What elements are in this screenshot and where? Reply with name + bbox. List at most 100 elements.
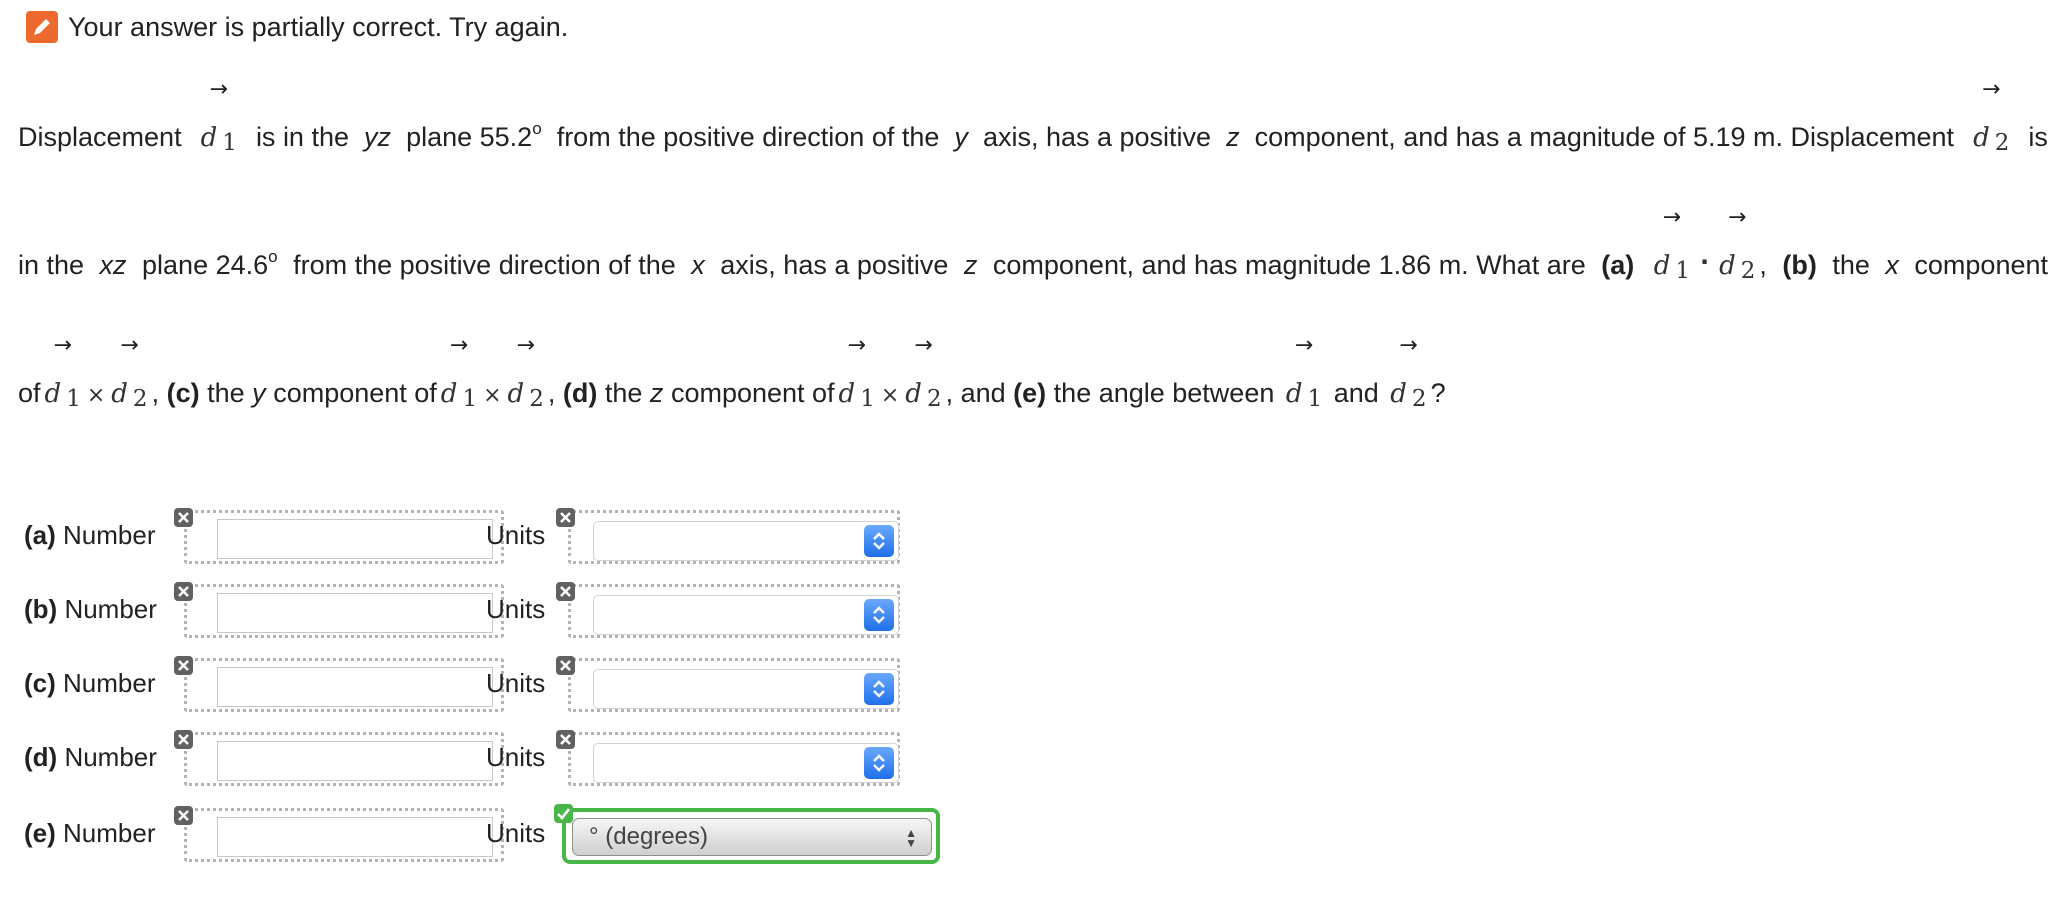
- number-field-wrapper: [184, 510, 504, 564]
- answer-label: (e) Number: [24, 818, 156, 848]
- chevron-updown-icon[interactable]: ▲ ▼: [905, 827, 917, 849]
- problem-text: component, and has a magnitude of 5.19 m…: [1254, 122, 1955, 152]
- axis-label: x: [1885, 250, 1899, 280]
- units-select-wrapper: [568, 658, 900, 712]
- x-icon: [174, 656, 193, 675]
- problem-text: component of: [273, 378, 437, 408]
- chevron-updown-icon[interactable]: [864, 525, 894, 557]
- check-icon: [554, 804, 573, 823]
- answer-label: (b) Number: [24, 594, 157, 624]
- problem-text: plane 24.6o: [142, 247, 278, 280]
- vector-d2: → d 2: [1390, 333, 1427, 412]
- axis-label: y: [252, 378, 266, 408]
- units-select-c[interactable]: [593, 669, 899, 709]
- expression-cross-product: → d 1 × → d 2,: [440, 333, 556, 412]
- part-e-label: (e): [1013, 378, 1047, 408]
- chevron-updown-icon[interactable]: [864, 599, 894, 631]
- number-field-wrapper: [184, 808, 504, 862]
- problem-text: and: [1333, 378, 1379, 408]
- problem-text: the angle between: [1053, 378, 1275, 408]
- intro-text: Displacement: [18, 122, 182, 152]
- number-input-b[interactable]: [217, 593, 493, 633]
- expression-dot-product: → d 1 · → d 2,: [1653, 205, 1767, 284]
- problem-text: the: [604, 378, 643, 408]
- units-label: Units: [486, 520, 546, 550]
- chevron-updown-icon[interactable]: [864, 673, 894, 705]
- answer-row-b: (b) Number Units: [24, 582, 944, 638]
- pencil-icon: [26, 11, 58, 43]
- units-select-wrapper: [568, 732, 900, 786]
- units-select-a[interactable]: [593, 521, 899, 561]
- units-select-b[interactable]: [593, 595, 899, 635]
- part-c-label: (c): [166, 378, 200, 408]
- problem-text: ?: [1430, 378, 1446, 408]
- answer-row-a: (a) Number Units: [24, 508, 944, 564]
- number-field-wrapper: [184, 658, 504, 712]
- chevron-updown-icon[interactable]: [864, 747, 894, 779]
- answer-row-e: (e) Number Units ° (degrees) ▲ ▼: [24, 804, 944, 864]
- part-d-label: (d): [562, 378, 598, 408]
- number-input-d[interactable]: [217, 741, 493, 781]
- axis-label: z: [1226, 122, 1240, 152]
- problem-line-1: Displacement → d 1 is in the yz plane 55.2…: [18, 77, 2048, 156]
- number-field-wrapper: [184, 732, 504, 786]
- feedback-banner: Your answer is partially correct. Try ag…: [26, 10, 568, 44]
- x-icon: [556, 582, 575, 601]
- axis-label: z: [649, 378, 664, 408]
- answer-label: (d) Number: [24, 742, 157, 772]
- problem-text: of: [18, 378, 41, 408]
- answer-row-d: (d) Number Units: [24, 730, 944, 786]
- answer-label: (a) Number: [24, 520, 156, 550]
- axis-label: y: [954, 122, 968, 152]
- number-input-a[interactable]: [217, 519, 493, 559]
- units-select-wrapper: [568, 584, 900, 638]
- problem-text: , and: [945, 378, 1006, 408]
- x-icon: [556, 656, 575, 675]
- problem-line-3: of → d 1 × → d 2, (c) the y component of → d 1 × →…: [18, 333, 1446, 412]
- vector-d2: → d 2: [1973, 77, 2010, 156]
- problem-line-2: in the xz plane 24.6o from the positive …: [18, 205, 2048, 284]
- units-select-e[interactable]: ° (degrees) ▲ ▼: [572, 818, 932, 856]
- x-icon: [556, 508, 575, 527]
- expression-cross-product: → d 1 × → d 2: [838, 333, 942, 412]
- units-select-wrapper: [568, 510, 900, 564]
- plane-label: yz: [364, 122, 392, 152]
- vector-d1: → d 1: [200, 77, 237, 156]
- problem-text: is: [2028, 122, 2048, 152]
- x-icon: [174, 806, 193, 825]
- x-icon: [174, 582, 193, 601]
- answer-label: (c) Number: [24, 668, 156, 698]
- expression-cross-product: → d 1 × → d 2,: [44, 333, 160, 412]
- x-icon: [174, 508, 193, 527]
- units-select-d[interactable]: [593, 743, 899, 783]
- units-label: Units: [486, 594, 546, 624]
- x-icon: [556, 730, 575, 749]
- number-input-e[interactable]: [217, 817, 493, 857]
- problem-text: axis, has a positive: [720, 250, 949, 280]
- problem-text: from the positive direction of the: [293, 250, 676, 280]
- part-a-label: (a): [1601, 250, 1635, 280]
- problem-text: the: [207, 378, 245, 408]
- units-select-wrapper-correct: ° (degrees) ▲ ▼: [562, 808, 940, 864]
- feedback-message: Your answer is partially correct. Try ag…: [68, 11, 569, 42]
- axis-label: z: [963, 250, 978, 280]
- number-field-wrapper: [184, 584, 504, 638]
- vector-d1: → d 1: [1285, 333, 1323, 412]
- units-label: Units: [486, 742, 546, 772]
- problem-text: the: [1832, 250, 1870, 280]
- problem-text: from the positive direction of the: [556, 122, 940, 152]
- number-input-c[interactable]: [217, 667, 493, 707]
- problem-text: axis, has a positive: [982, 122, 1212, 152]
- problem-text: is in the: [255, 122, 349, 152]
- x-icon: [174, 730, 193, 749]
- answer-row-c: (c) Number Units: [24, 656, 944, 712]
- part-b-label: (b): [1782, 250, 1817, 280]
- plane-label: xz: [99, 250, 127, 280]
- problem-text: component, and has magnitude 1.86 m. Wha…: [992, 250, 1586, 280]
- units-label: Units: [486, 668, 546, 698]
- axis-label: x: [691, 250, 705, 280]
- problem-text: component: [1914, 250, 2048, 280]
- problem-text: plane 55.2o: [406, 119, 542, 152]
- units-label: Units: [486, 818, 546, 848]
- problem-text: in the: [18, 250, 85, 280]
